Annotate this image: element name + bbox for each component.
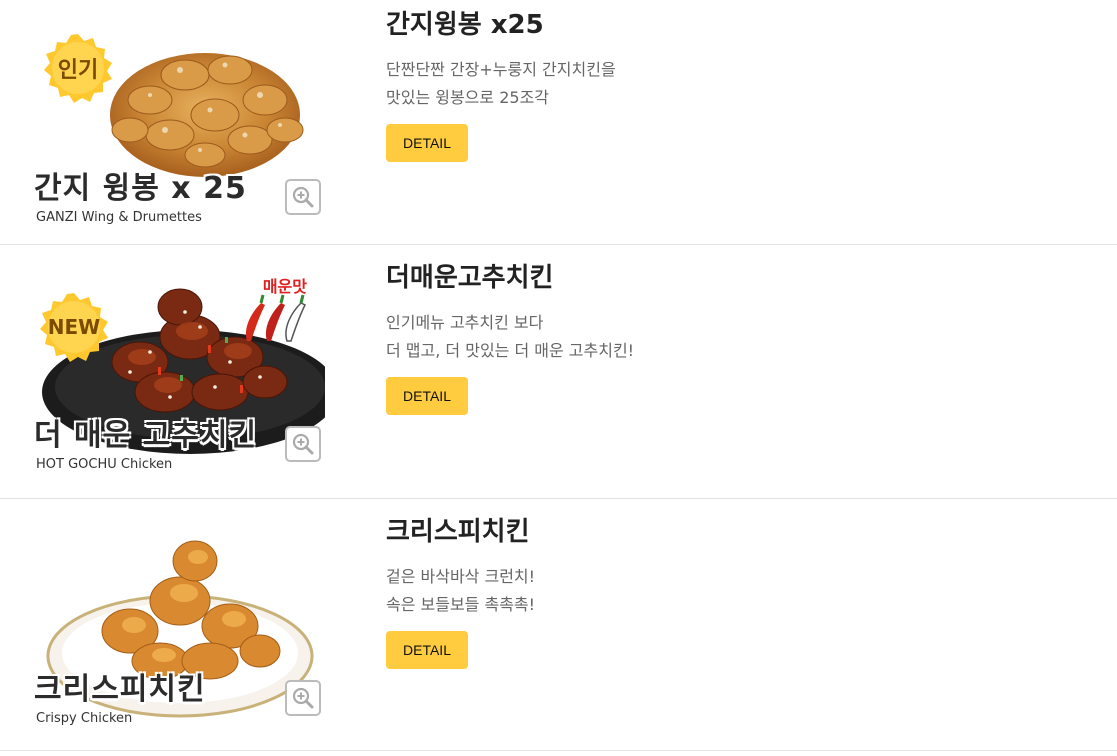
chili-pepper-icon	[245, 294, 307, 342]
zoom-in-icon	[292, 687, 314, 709]
menu-item-info: 크리스피치킨 겉은 바삭바삭 크런치! 속은 보들보들 촉촉촉! DETAIL	[386, 515, 535, 669]
new-badge: NEW	[38, 291, 110, 363]
menu-item-image[interactable]: 인기 간지 윙봉 x 25 GANZI Wing & Drumettes	[30, 20, 325, 225]
menu-item-ganzi-wings: 인기 간지 윙봉 x 25 GANZI Wing & Drumettes 간지윙…	[0, 0, 1117, 245]
menu-item-crispy: 크리스피치킨 Crispy Chicken 크리스피치킨 겉은 바삭바삭 크런치…	[0, 499, 1117, 751]
image-title: 더 매운 고추치킨	[34, 418, 258, 453]
detail-button[interactable]: DETAIL	[386, 377, 468, 415]
description-line: 더 맵고, 더 맛있는 더 매운 고추치킨!	[386, 341, 635, 360]
zoom-in-icon	[292, 433, 314, 455]
menu-item-info: 더매운고추치킨 인기메뉴 고추치킨 보다 더 맵고, 더 맛있는 더 매운 고추…	[386, 261, 634, 415]
description-line: 겉은 바삭바삭 크런치!	[386, 567, 536, 586]
menu-item-description: 겉은 바삭바삭 크런치! 속은 보들보들 촉촉촉!	[386, 563, 535, 619]
menu-item-description: 인기메뉴 고추치킨 보다 더 맵고, 더 맛있는 더 매운 고추치킨!	[386, 309, 634, 365]
image-subtitle: Crispy Chicken	[36, 711, 133, 726]
image-title: 크리스피치킨	[34, 672, 206, 707]
image-title: 간지 윙봉 x 25	[34, 171, 247, 206]
description-line: 맛있는 윙봉으로 25조각	[386, 88, 550, 107]
menu-item-hot-gochu: 매운맛 NEW 더 매운 고추치킨 HOT GOCHU Chicken 더매운고…	[0, 245, 1117, 499]
popular-badge: 인기	[42, 32, 114, 104]
zoom-in-button[interactable]	[285, 426, 321, 462]
menu-item-info: 간지윙봉 x25 단짠단짠 간장+누룽지 간지치킨을 맛있는 윙봉으로 25조각…	[386, 8, 616, 162]
detail-button[interactable]: DETAIL	[386, 631, 468, 669]
menu-list: 인기 간지 윙봉 x 25 GANZI Wing & Drumettes 간지윙…	[0, 0, 1117, 756]
zoom-in-icon	[292, 186, 314, 208]
zoom-in-button[interactable]	[285, 179, 321, 215]
spicy-label: 매운맛	[233, 273, 313, 345]
image-subtitle: HOT GOCHU Chicken	[36, 457, 173, 472]
description-line: 단짠단짠 간장+누룽지 간지치킨을	[386, 60, 616, 79]
image-subtitle: GANZI Wing & Drumettes	[36, 210, 202, 225]
zoom-in-button[interactable]	[285, 680, 321, 716]
menu-item-image[interactable]: 크리스피치킨 Crispy Chicken	[30, 521, 325, 726]
menu-item-title: 간지윙봉 x25	[386, 10, 544, 40]
detail-button[interactable]: DETAIL	[386, 124, 468, 162]
menu-item-description: 단짠단짠 간장+누룽지 간지치킨을 맛있는 윙봉으로 25조각	[386, 56, 616, 112]
menu-item-title: 크리스피치킨	[386, 517, 530, 547]
menu-item-image[interactable]: 매운맛 NEW 더 매운 고추치킨 HOT GOCHU Chicken	[30, 267, 325, 472]
description-line: 속은 보들보들 촉촉촉!	[386, 595, 536, 614]
description-line: 인기메뉴 고추치킨 보다	[386, 313, 544, 332]
menu-item-title: 더매운고추치킨	[386, 263, 554, 293]
